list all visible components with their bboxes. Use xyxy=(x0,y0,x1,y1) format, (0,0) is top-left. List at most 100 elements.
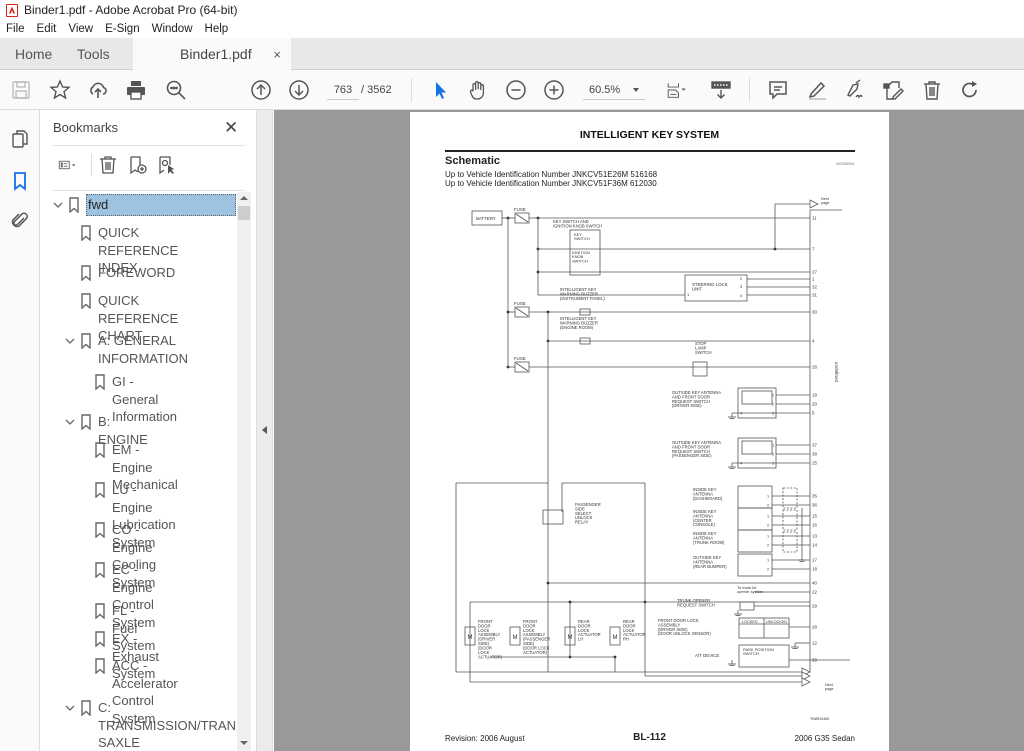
toolbar: 763 / 3562 60.5% xyxy=(0,70,1024,110)
panel-divider xyxy=(52,145,245,146)
bookmarks-panel: Bookmarks ✕ fwd QUICK REFERENCE INDEX FORE… xyxy=(40,110,257,751)
tab-document[interactable]: Binder1.pdf × xyxy=(133,38,291,70)
bookmark-label: A: GENERAL INFORMATION xyxy=(98,333,189,366)
front-door-lock-passenger-label: FRONT DOOR LOCK ASSEMBLY (PASSENGER SIDE) (DOO… xyxy=(523,619,550,655)
relay-label: PASSENGER SIDE SELECT UNLOCK RELAY xyxy=(575,502,601,525)
scroll-up-icon[interactable] xyxy=(240,196,248,200)
rotate-icon[interactable] xyxy=(958,78,982,102)
toolbar-divider xyxy=(411,78,412,102)
pin-label: 2 xyxy=(772,453,774,457)
chevron-down-icon[interactable] xyxy=(64,335,76,347)
zoom-in-icon[interactable] xyxy=(542,78,566,102)
page-fit-icon[interactable] xyxy=(662,78,692,102)
find-current-bookmark-icon[interactable] xyxy=(156,154,178,176)
rear-door-lock-rh-label: REAR DOOR LOCK ACTUATOR RH xyxy=(623,619,646,642)
fuse-label: FUSE xyxy=(514,356,526,361)
attachments-icon[interactable] xyxy=(9,210,31,232)
panel-splitter[interactable] xyxy=(257,110,273,751)
document-view[interactable]: INTELLIGENT KEY SYSTEM Schematic NIS00B0… xyxy=(274,110,1024,751)
menu-edit[interactable]: Edit xyxy=(37,23,57,35)
bookmark-icon xyxy=(95,631,105,647)
toolbar-divider xyxy=(749,78,750,102)
bookmark-icon xyxy=(95,658,105,674)
scroll-down-icon[interactable] xyxy=(240,741,248,745)
close-tab-icon[interactable]: × xyxy=(273,47,281,62)
motor-symbol: M xyxy=(468,635,473,641)
hand-tool-icon[interactable] xyxy=(466,78,490,102)
relay-box xyxy=(542,509,564,525)
page-number-input[interactable]: 763 xyxy=(327,80,359,100)
scrollbar-thumb[interactable] xyxy=(238,206,250,220)
comment-icon[interactable] xyxy=(766,78,790,102)
pdf-page: INTELLIGENT KEY SYSTEM Schematic NIS00B0… xyxy=(410,112,889,751)
shield xyxy=(782,531,798,553)
previous-page-icon[interactable] xyxy=(249,78,273,102)
footer-model: 2006 G35 Sedan xyxy=(794,734,856,743)
ignition-knob-text: IGNITION KNOB SWITCH xyxy=(572,250,590,263)
terminal-number: 12 xyxy=(812,641,817,646)
options-menu-icon[interactable] xyxy=(52,154,84,176)
window-title: Binder1.pdf - Adobe Acrobat Pro (64-bit) xyxy=(24,3,238,17)
chevron-down-icon[interactable] xyxy=(64,702,76,714)
bookmark-icon xyxy=(81,700,91,716)
new-bookmark-icon[interactable] xyxy=(127,154,149,176)
select-cursor-icon[interactable] xyxy=(428,78,452,102)
menu-view[interactable]: View xyxy=(68,23,93,35)
tab-document-label: Binder1.pdf xyxy=(180,46,252,62)
trunk-opener-switch xyxy=(739,601,755,611)
menu-help[interactable]: Help xyxy=(205,23,229,35)
bookmark-label: fwd xyxy=(86,194,236,216)
outside-antenna-rear-label: OUTSIDE KEY ANTENNA (REAR BUMPER) xyxy=(693,555,727,569)
tab-home[interactable]: Home xyxy=(15,38,52,70)
antenna-inner xyxy=(741,390,773,405)
save-icon[interactable] xyxy=(9,78,33,102)
bookmark-star-icon[interactable] xyxy=(48,78,72,102)
pin-label: 3 xyxy=(740,284,743,289)
close-panel-icon[interactable]: ✕ xyxy=(224,118,238,138)
terminal-number: 38 xyxy=(812,452,817,457)
upload-cloud-icon[interactable] xyxy=(86,78,110,102)
terminal-number: 11 xyxy=(812,216,817,221)
terminal-number: 19 xyxy=(812,393,817,398)
bookmarks-icon[interactable] xyxy=(9,170,31,192)
terminal-number: 26 xyxy=(812,365,817,370)
terminal-number: 28 xyxy=(812,625,817,630)
delete-bookmark-icon[interactable] xyxy=(97,154,119,176)
unlocked-label: UNLOCKED xyxy=(766,620,787,624)
scroll-mode-icon[interactable] xyxy=(709,78,733,102)
bookmarks-scrollbar[interactable] xyxy=(237,192,251,751)
bookmark-icon xyxy=(95,522,105,538)
chevron-down-icon[interactable] xyxy=(64,416,76,428)
find-icon[interactable] xyxy=(164,78,188,102)
panel-title: Bookmarks xyxy=(53,120,119,135)
terminal-number: 18 xyxy=(812,567,817,572)
pin-label: 4 xyxy=(740,462,742,466)
page-thumbnails-icon[interactable] xyxy=(9,128,31,150)
sign-icon[interactable] xyxy=(843,78,867,102)
menu-file[interactable]: File xyxy=(6,23,25,35)
delete-icon[interactable] xyxy=(920,78,944,102)
zoom-level-select[interactable]: 60.5% xyxy=(583,80,645,100)
pin-label: 2 xyxy=(772,403,774,407)
tab-tools[interactable]: Tools xyxy=(77,38,110,70)
fuse-label: FUSE xyxy=(514,207,526,212)
rear-door-lock-lh-label: REAR DOOR LOCK ACTUATOR LH xyxy=(578,619,601,642)
zoom-level-value: 60.5% xyxy=(589,84,621,96)
collapse-panel-icon[interactable] xyxy=(262,426,267,434)
print-icon[interactable] xyxy=(124,78,148,102)
terminal-number: 25 xyxy=(812,461,817,466)
zoom-out-icon[interactable] xyxy=(504,78,528,102)
key-switch-text: KEY SWITCH xyxy=(574,232,590,241)
chevron-down-icon[interactable] xyxy=(52,199,64,211)
highlight-icon[interactable] xyxy=(805,78,829,102)
terminal-number: 7 xyxy=(812,247,815,252)
menu-window[interactable]: Window xyxy=(152,23,193,35)
fuse-element xyxy=(515,362,529,372)
pin-label: 3 xyxy=(772,412,774,416)
outside-antenna-passenger-label: OUTSIDE KEY ANTENNA AND FRONT DOOR REQUEST… xyxy=(672,440,721,458)
terminal-number: 22 xyxy=(812,590,817,595)
terminal-number: 13 xyxy=(812,534,817,539)
menu-esign[interactable]: E-Sign xyxy=(105,23,140,35)
next-page-icon[interactable] xyxy=(287,78,311,102)
edit-pdf-icon[interactable] xyxy=(881,78,905,102)
